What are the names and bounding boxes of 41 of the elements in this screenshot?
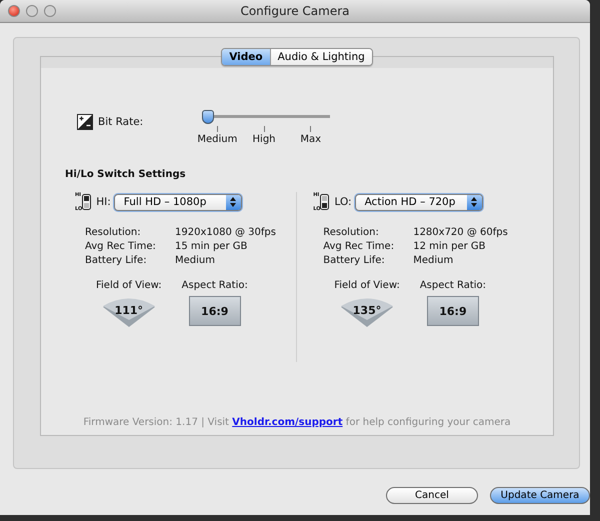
tick-label: High: [252, 134, 276, 145]
stepper-icon: [471, 197, 478, 207]
mode-dropdown[interactable]: Action HD – 720p: [354, 194, 483, 210]
section-title: Hi/Lo Switch Settings: [65, 169, 187, 180]
support-link[interactable]: Vholdr.com/support: [232, 417, 343, 428]
spec-label: Avg Rec Time:: [323, 241, 396, 252]
spec-value: Medium: [175, 255, 216, 266]
spec-label: Resolution:: [85, 227, 142, 238]
cancel-button[interactable]: Cancel: [386, 487, 478, 504]
exposure-icon: [77, 114, 93, 130]
minimize-button[interactable]: [26, 5, 38, 17]
firmware-note: Firmware Version: 1.17 | Visit Vholdr.com/support for help configuring your camera: [83, 417, 511, 428]
switch-label: LO:: [334, 196, 352, 208]
spec-value: 1920x1080 @ 30fps: [175, 227, 277, 238]
tick-label: Medium: [197, 134, 238, 145]
tab[interactable]: Audio & Lighting: [270, 49, 372, 65]
field-of-view-label: Field of View:: [334, 280, 400, 291]
aspect-ratio-badge: 16:9: [426, 296, 479, 326]
zoom-button[interactable]: [44, 5, 56, 17]
spec-value: 15 min per GB: [175, 241, 248, 252]
slider-thumb[interactable]: [202, 110, 214, 124]
spec-label: Battery Life:: [323, 255, 386, 266]
spec-label: Battery Life:: [85, 255, 148, 266]
tab[interactable]: Video: [222, 49, 271, 65]
bit-rate-label: Bit Rate:: [98, 116, 144, 128]
spec-value: Medium: [413, 255, 454, 266]
spec-value: 1280x720 @ 60fps: [413, 227, 509, 238]
aspect-ratio-badge: 16:9: [188, 296, 241, 326]
spec-label: Avg Rec Time:: [85, 241, 157, 252]
mode-dropdown[interactable]: Full HD – 1080p: [114, 194, 242, 210]
stepper-icon: [230, 197, 236, 207]
window-title: Configure Camera: [240, 4, 350, 18]
spec-value: 12 min per GB: [413, 241, 487, 252]
aspect-ratio-label: Aspect Ratio:: [420, 280, 486, 291]
switch-label: HI:: [96, 196, 111, 208]
tick-label: Max: [300, 134, 322, 145]
spec-label: Resolution:: [323, 227, 380, 238]
field-of-view-label: Field of View:: [96, 280, 162, 291]
aspect-ratio-label: Aspect Ratio:: [182, 280, 248, 291]
update-button[interactable]: Update Camera: [490, 487, 590, 504]
close-button[interactable]: [8, 5, 20, 17]
